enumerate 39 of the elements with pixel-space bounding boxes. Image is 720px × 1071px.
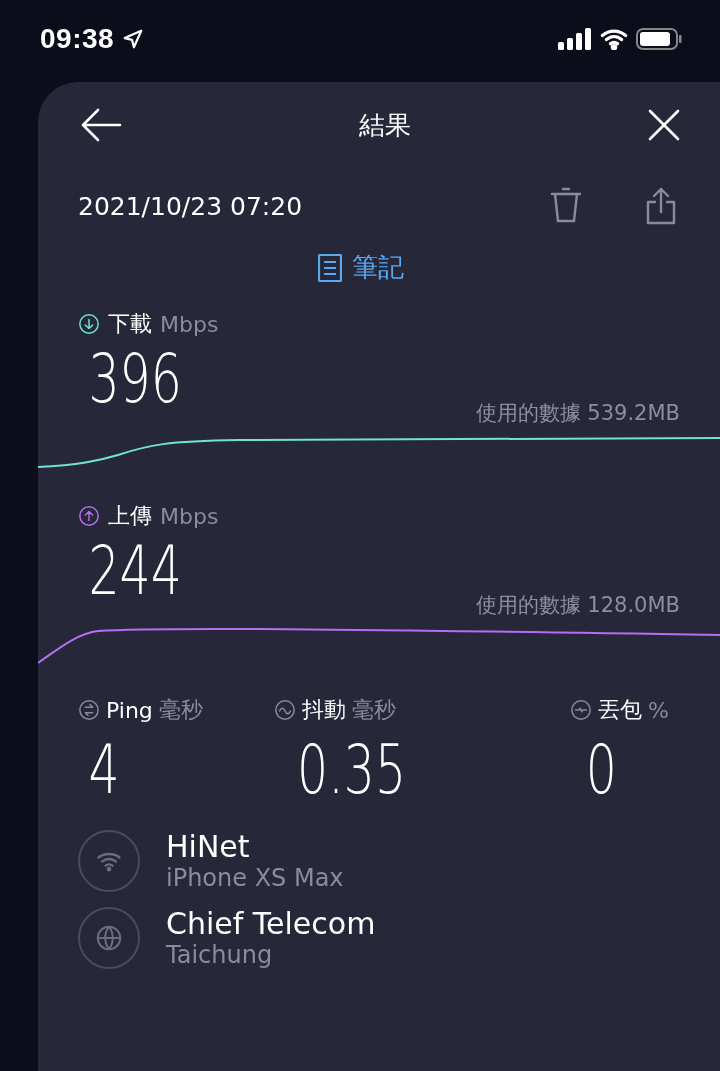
wifi-icon [600,28,628,50]
delete-button[interactable] [550,187,582,225]
upload-icon [78,505,100,527]
connection-name: Chief Telecom [166,906,376,941]
ping-icon [78,699,100,721]
location-arrow-icon [122,28,145,50]
speed-value: 396 [87,339,182,419]
signal-icon [558,28,592,50]
close-button[interactable] [648,109,680,141]
notes-button[interactable]: 筆記 [318,250,404,285]
metric-value: 0.35 [296,729,407,811]
metric-unit: 毫秒 [352,696,396,724]
wave-icon [274,699,296,721]
result-timestamp: 2021/10/23 07:20 [78,191,304,221]
speed-label: 下載 [108,310,152,338]
download-icon [78,313,100,335]
metric-unit: 毫秒 [158,696,203,724]
share-button[interactable] [646,187,676,225]
speed-value: 244 [87,531,182,611]
list-icon [318,253,342,282]
connection-name: HiNet [166,829,251,864]
speed-unit: Mbps [160,311,219,337]
back-button[interactable] [80,108,122,142]
data-used: 使用的數據 539.2MB [475,400,680,427]
metric-label: 丟包 [598,696,642,724]
connection-detail: Taichung [166,941,274,969]
metric-value: 0 [584,729,617,811]
speed-unit: Mbps [160,503,219,529]
page-title: 結果 [359,108,411,142]
data-used: 使用的數據 128.0MB [475,592,680,619]
status-time: 09:38 [40,23,115,55]
metric-value: 4 [87,729,120,811]
battery-icon [636,28,682,50]
metric-label: Ping [106,697,153,723]
connection-detail: iPhone XS Max [166,864,344,892]
pulse-icon [570,699,592,721]
speed-label: 上傳 [108,502,152,530]
metric-unit: % [648,697,669,723]
metric-label: 抖動 [302,696,346,724]
